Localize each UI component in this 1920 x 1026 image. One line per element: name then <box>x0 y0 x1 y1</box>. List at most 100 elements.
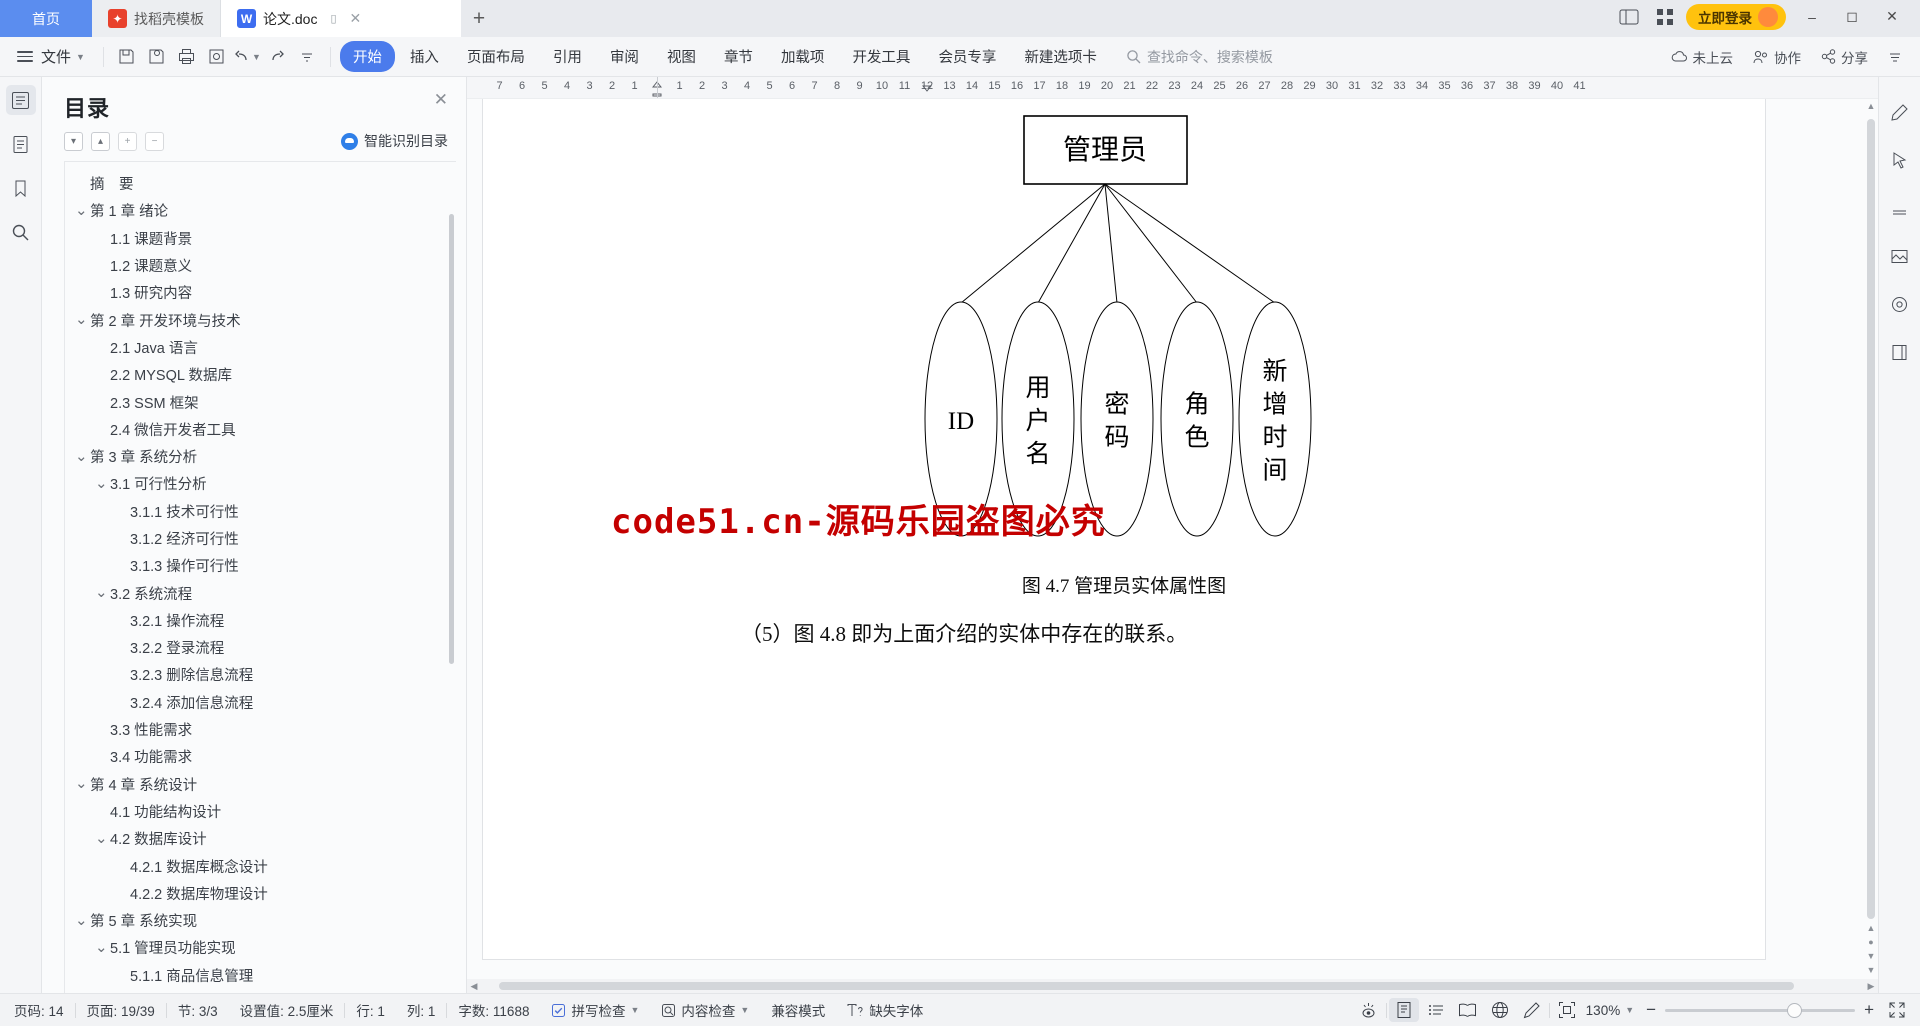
outline-list[interactable]: 摘 要 ⌄ 第 1 章 绪论 1.1 课题背景 1.2 课题意义 1.3 研究内容 ⌄ 第 2… <box>64 161 456 993</box>
document-canvas[interactable]: 管理员 ID 用 户 名 密 码 角 色 新 增 时 间 code51.cn-源… <box>467 99 1864 979</box>
zoom-out-button[interactable]: − <box>1646 1000 1656 1020</box>
status-word-count[interactable]: 字数: 11688 <box>447 1000 540 1020</box>
vertical-scrollbar[interactable]: ▲ ▲ ● ▼ ▼ <box>1864 99 1878 979</box>
outline-panel-icon[interactable] <box>5 85 36 115</box>
chevron-down-icon[interactable]: ▼ <box>1625 1005 1634 1015</box>
outline-item[interactable]: 2.3 SSM 框架 <box>65 388 456 415</box>
status-section[interactable]: 节: 3/3 <box>167 1000 229 1020</box>
save-as-icon[interactable] <box>143 44 171 70</box>
fullscreen-icon[interactable] <box>1882 998 1912 1022</box>
tab-minimize-icon[interactable]: ▯ <box>330 12 336 25</box>
page-down-icon[interactable]: ▼ <box>1867 951 1876 965</box>
scroll-down-icon[interactable]: ▼ <box>1867 965 1876 979</box>
redo-icon[interactable] <box>263 44 291 70</box>
outline-item[interactable]: 1.3 研究内容 <box>65 279 456 306</box>
status-page-number[interactable]: 页码: 14 <box>14 1000 75 1020</box>
find-panel-icon[interactable] <box>6 217 36 247</box>
outline-item[interactable]: ⌄ 第 2 章 开发环境与技术 <box>65 306 456 333</box>
eye-protection-icon[interactable] <box>1354 998 1384 1022</box>
zoom-level[interactable]: 130% ▼ <box>1584 1003 1638 1018</box>
status-missing-font[interactable]: 缺失字体 <box>836 1000 934 1020</box>
outline-item[interactable]: 2.2 MYSQL 数据库 <box>65 361 456 388</box>
scroll-left-icon[interactable]: ◀ <box>467 981 481 992</box>
thumbnail-panel-icon[interactable] <box>6 129 36 159</box>
chevron-down-icon[interactable]: ⌄ <box>75 203 90 218</box>
status-spellcheck[interactable]: 拼写检查 ▼ <box>540 1000 650 1020</box>
horizontal-scroll-thumb[interactable] <box>499 982 1794 990</box>
outline-view-icon[interactable] <box>1421 998 1451 1022</box>
outline-item[interactable]: 2.4 微信开发者工具 <box>65 416 456 443</box>
chevron-down-icon[interactable]: ⌄ <box>95 476 110 491</box>
print-icon[interactable] <box>173 44 201 70</box>
tab-section[interactable]: 章节 <box>711 41 766 72</box>
status-column[interactable]: 列: 1 <box>396 1000 447 1020</box>
outline-item[interactable]: 3.1.1 技术可行性 <box>65 498 456 525</box>
highlighter-icon[interactable] <box>1885 193 1915 223</box>
tab-view[interactable]: 视图 <box>654 41 709 72</box>
tab-addins[interactable]: 加载项 <box>768 41 838 72</box>
outline-item[interactable]: 3.2.4 添加信息流程 <box>65 689 456 716</box>
outline-item[interactable]: 4.2.1 数据库概念设计 <box>65 852 456 879</box>
zoom-slider-knob[interactable] <box>1787 1002 1803 1018</box>
status-page-count[interactable]: 页面: 19/39 <box>76 1000 166 1020</box>
outline-item[interactable]: 1.2 课题意义 <box>65 252 456 279</box>
outline-item[interactable]: 3.1.3 操作可行性 <box>65 552 456 579</box>
reading-view-icon[interactable] <box>1453 998 1483 1022</box>
minimize-button[interactable]: – <box>1792 0 1832 35</box>
select-browse-object-icon[interactable]: ● <box>1868 937 1873 951</box>
pen-tool-icon[interactable] <box>1885 97 1915 127</box>
outline-item[interactable]: 3.2.2 登录流程 <box>65 634 456 661</box>
tab-document[interactable]: W 论文.doc ▯ ✕ <box>221 0 461 37</box>
tab-start[interactable]: 开始 <box>339 41 395 72</box>
tab-close-icon[interactable]: ✕ <box>350 10 362 27</box>
document-page[interactable]: 管理员 ID 用 户 名 密 码 角 色 新 增 时 间 code51.cn-源… <box>483 99 1765 959</box>
outline-item[interactable]: 4.2.2 数据库物理设计 <box>65 880 456 907</box>
sidebar-toggle-icon[interactable] <box>1614 4 1644 30</box>
outline-item[interactable]: 3.4 功能需求 <box>65 743 456 770</box>
undo-icon[interactable]: ▼ <box>233 44 261 70</box>
close-icon[interactable]: ✕ <box>434 91 448 108</box>
collapse-all-button[interactable]: ▴ <box>91 131 110 151</box>
tab-insert[interactable]: 插入 <box>397 41 452 72</box>
outline-item[interactable]: 4.1 功能结构设计 <box>65 798 456 825</box>
zoom-in-button[interactable]: + <box>1864 1000 1874 1020</box>
outline-item[interactable]: 3.3 性能需求 <box>65 716 456 743</box>
cloud-status-button[interactable]: 未上云 <box>1663 43 1742 71</box>
outline-item[interactable]: ⌄ 3.1 可行性分析 <box>65 470 456 497</box>
status-contentcheck[interactable]: 内容检查 ▼ <box>650 1000 760 1020</box>
status-setting-value[interactable]: 设置值: 2.5厘米 <box>229 1000 345 1020</box>
image-tool-icon[interactable] <box>1885 241 1915 271</box>
outline-item[interactable]: ⌄ 第 5 章 系统实现 <box>65 907 456 934</box>
customize-toolbar-icon[interactable] <box>293 44 321 70</box>
ribbon-more-icon[interactable] <box>1880 46 1910 68</box>
status-compatibility-mode[interactable]: 兼容模式 <box>760 1000 836 1020</box>
outline-scrollbar-thumb[interactable] <box>449 214 454 664</box>
outline-item[interactable]: ⌄ 第 3 章 系统分析 <box>65 443 456 470</box>
outline-item[interactable]: ⌄ 5.1 管理员功能实现 <box>65 934 456 961</box>
share-button[interactable]: 分享 <box>1813 43 1876 71</box>
right-indent-marker[interactable] <box>921 81 933 92</box>
tab-member-exclusive[interactable]: 会员专享 <box>925 41 1009 72</box>
zoom-slider-track[interactable] <box>1665 1002 1856 1018</box>
outline-item[interactable]: ⌄ 第 4 章 系统设计 <box>65 771 456 798</box>
promote-level-button[interactable]: + <box>118 131 137 151</box>
chevron-down-icon[interactable]: ⌄ <box>95 831 110 846</box>
close-button[interactable]: ✕ <box>1872 0 1912 35</box>
outline-item[interactable]: 摘 要 <box>65 170 456 197</box>
outline-item[interactable]: 3.2.1 操作流程 <box>65 607 456 634</box>
annotation-view-icon[interactable] <box>1517 998 1547 1022</box>
chevron-down-icon[interactable]: ⌄ <box>75 913 90 928</box>
scroll-right-icon[interactable]: ▶ <box>1864 981 1878 992</box>
outline-item[interactable]: 3.2.3 删除信息流程 <box>65 661 456 688</box>
undo-dropdown-icon[interactable]: ▼ <box>252 52 261 62</box>
outline-item[interactable]: 5.1.1 商品信息管理 <box>65 962 456 989</box>
vertical-scroll-thumb[interactable] <box>1867 119 1875 919</box>
chevron-down-icon[interactable]: ⌄ <box>75 449 90 464</box>
ai-assistant-icon[interactable] <box>1885 289 1915 319</box>
demote-level-button[interactable]: − <box>145 131 164 151</box>
chevron-down-icon[interactable]: ▼ <box>630 1005 639 1015</box>
search-box[interactable]: 查找命令、搜索模板 <box>1126 47 1273 67</box>
tab-docer-template[interactable]: ✦ 找稻壳模板 <box>92 0 221 37</box>
new-tab-button[interactable]: + <box>461 0 497 37</box>
collaborate-button[interactable]: 协作 <box>1745 43 1809 71</box>
